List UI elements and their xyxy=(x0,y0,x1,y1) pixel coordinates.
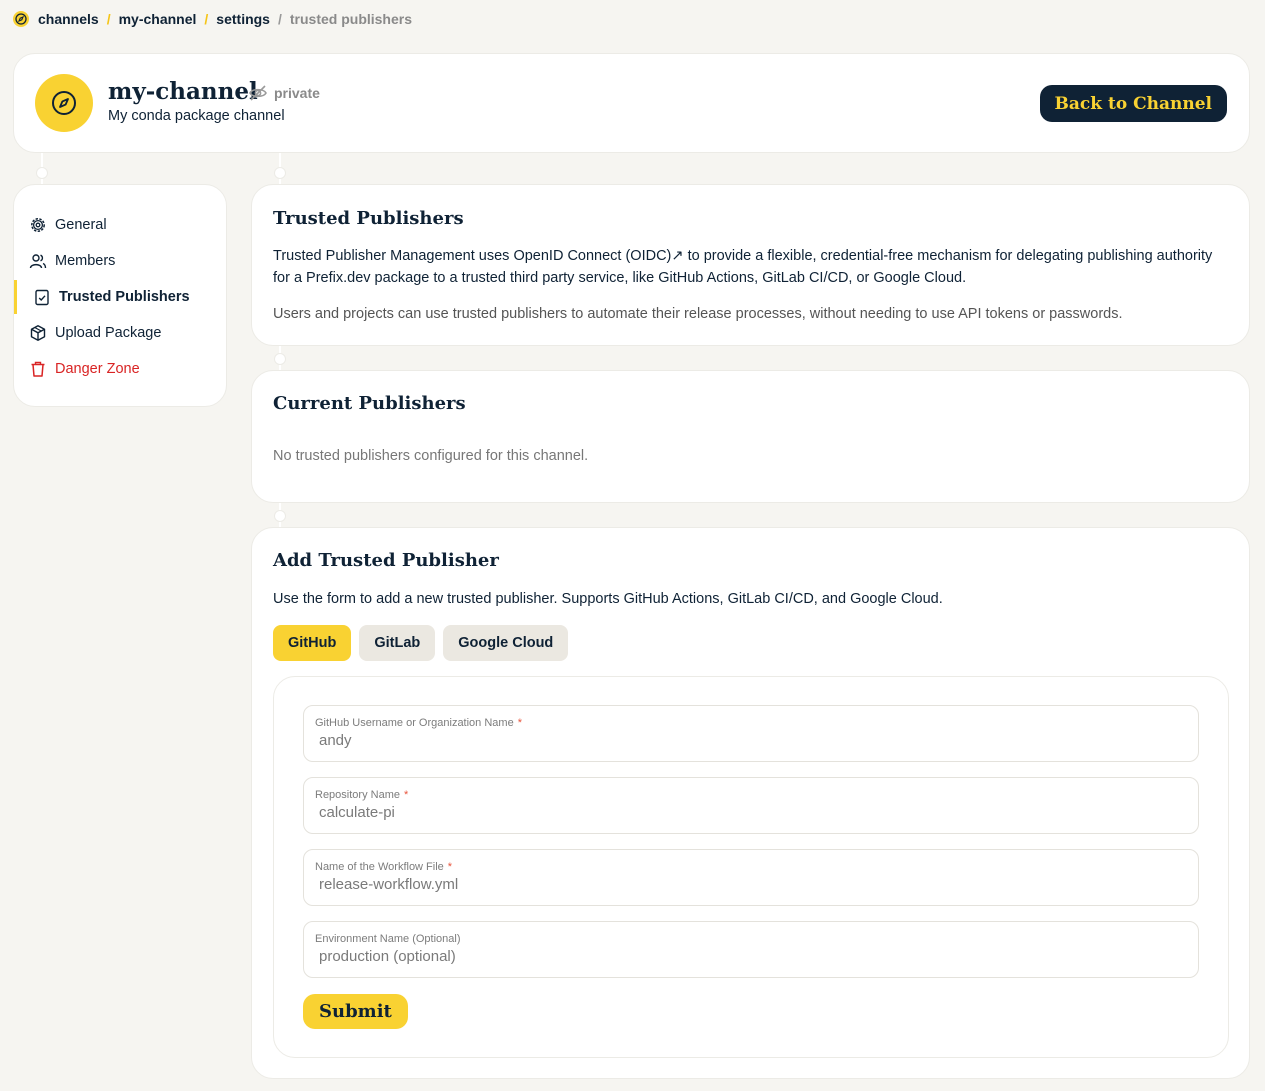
repository-name-input[interactable] xyxy=(319,804,1179,821)
tab-google-cloud[interactable]: Google Cloud xyxy=(443,625,569,661)
required-marker: * xyxy=(447,861,453,873)
field-label: Environment Name (Optional) xyxy=(315,933,461,945)
sidebar-item-trusted-publishers[interactable]: Trusted Publishers xyxy=(14,279,226,315)
environment-name-input[interactable] xyxy=(319,948,1179,965)
tab-github[interactable]: GitHub xyxy=(273,625,352,661)
package-icon xyxy=(29,324,47,342)
sidebar-item-danger-zone[interactable]: Danger Zone xyxy=(14,351,226,387)
environment-name-field[interactable]: Environment Name (Optional) xyxy=(303,921,1199,978)
connector-dot xyxy=(36,167,48,179)
sidebar-item-label: Upload Package xyxy=(55,325,162,341)
breadcrumb-my-channel[interactable]: my-channel xyxy=(119,11,197,27)
section-title: Add Trusted Publisher xyxy=(273,550,499,571)
channel-name: my-channel xyxy=(108,78,258,105)
tab-gitlab[interactable]: GitLab xyxy=(359,625,436,661)
users-icon xyxy=(29,252,47,270)
sidebar-item-label: Trusted Publishers xyxy=(59,289,190,305)
eye-off-icon xyxy=(249,85,267,101)
github-owner-field[interactable]: GitHub Username or Organization Name * xyxy=(303,705,1199,762)
sidebar-item-label: Members xyxy=(55,253,116,269)
back-to-channel-button[interactable]: Back to Channel xyxy=(1039,85,1227,122)
section-title: Trusted Publishers xyxy=(273,208,464,229)
breadcrumb-separator: / xyxy=(204,11,209,27)
required-marker: * xyxy=(517,717,522,729)
sidebar-item-upload-package[interactable]: Upload Package xyxy=(14,315,226,351)
breadcrumb-separator: / xyxy=(106,11,111,27)
sidebar-item-general[interactable]: General xyxy=(14,207,226,243)
compass-icon xyxy=(12,10,30,28)
settings-sidebar: General Members Trusted Publishers Uploa… xyxy=(13,184,227,407)
publisher-form: GitHub Username or Organization Name* Re… xyxy=(273,676,1229,1058)
sidebar-item-label: Danger Zone xyxy=(55,361,140,377)
trusted-publishers-note: Users and projects can use trusted publi… xyxy=(273,306,1123,322)
channel-header: my-channel private My conda package chan… xyxy=(13,53,1250,153)
breadcrumb-separator: / xyxy=(277,11,282,27)
clipboard-check-icon xyxy=(33,288,51,306)
trash-icon xyxy=(29,360,47,378)
repository-name-field[interactable]: Repository Name * xyxy=(303,777,1199,834)
workflow-file-field[interactable]: Name of the Workflow File * xyxy=(303,849,1199,906)
channel-description: My conda package channel xyxy=(108,108,285,124)
breadcrumb-settings[interactable]: settings xyxy=(216,11,270,27)
sidebar-item-label: General xyxy=(55,217,107,233)
field-label: Name of the Workflow File * xyxy=(315,861,453,873)
connector-dot xyxy=(274,510,286,522)
section-title: Current Publishers xyxy=(273,393,466,414)
connector-dot xyxy=(274,353,286,365)
add-trusted-publisher-card: Add Trusted Publisher Use the form to ad… xyxy=(251,527,1250,1079)
trusted-publishers-intro: Trusted Publisher Management uses OpenID… xyxy=(273,248,1213,286)
provider-tabs: GitHub GitLab Google Cloud xyxy=(273,625,569,661)
breadcrumb: channels / my-channel / settings / trust… xyxy=(12,9,412,29)
channel-avatar xyxy=(35,74,93,132)
visibility-label: private xyxy=(274,85,320,101)
github-owner-input[interactable] xyxy=(319,732,1179,749)
connector-dot xyxy=(274,167,286,179)
empty-state-message: No trusted publishers configured for thi… xyxy=(273,448,589,464)
field-label: Repository Name * xyxy=(315,789,409,801)
field-label: GitHub Username or Organization Name * xyxy=(315,717,522,729)
add-publisher-description: Use the form to add a new trusted publis… xyxy=(273,591,943,607)
breadcrumb-channels[interactable]: channels xyxy=(38,11,99,27)
current-publishers-card: Current Publishers No trusted publishers… xyxy=(251,370,1250,503)
sidebar-item-members[interactable]: Members xyxy=(14,243,226,279)
workflow-file-input[interactable] xyxy=(319,876,1179,893)
required-marker: * xyxy=(403,789,409,801)
gear-icon xyxy=(29,216,47,234)
breadcrumb-current: trusted publishers xyxy=(289,11,413,27)
submit-button[interactable]: Submit xyxy=(303,994,408,1029)
visibility-badge: private xyxy=(248,83,320,103)
trusted-publishers-card: Trusted Publishers Trusted Publisher Man… xyxy=(251,184,1250,346)
compass-icon xyxy=(52,91,76,115)
